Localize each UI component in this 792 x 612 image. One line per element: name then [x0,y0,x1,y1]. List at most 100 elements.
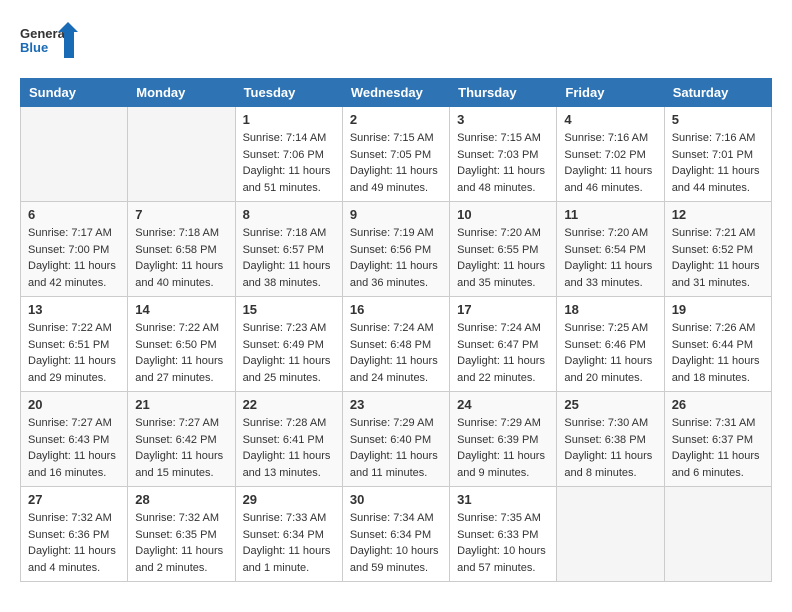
day-info: Sunrise: 7:28 AMSunset: 6:41 PMDaylight:… [243,415,335,481]
daylight-text: Daylight: 11 hours and 49 minutes. [350,163,442,196]
day-number: 28 [135,492,227,507]
sunset-text: Sunset: 6:58 PM [135,242,227,259]
day-cell-16: 16Sunrise: 7:24 AMSunset: 6:48 PMDayligh… [342,297,449,392]
day-cell-25: 25Sunrise: 7:30 AMSunset: 6:38 PMDayligh… [557,392,664,487]
day-cell-12: 12Sunrise: 7:21 AMSunset: 6:52 PMDayligh… [664,202,771,297]
sunset-text: Sunset: 6:43 PM [28,432,120,449]
day-info: Sunrise: 7:29 AMSunset: 6:40 PMDaylight:… [350,415,442,481]
daylight-text: Daylight: 11 hours and 11 minutes. [350,448,442,481]
day-cell-29: 29Sunrise: 7:33 AMSunset: 6:34 PMDayligh… [235,487,342,582]
daylight-text: Daylight: 11 hours and 25 minutes. [243,353,335,386]
col-header-friday: Friday [557,79,664,107]
daylight-text: Daylight: 11 hours and 46 minutes. [564,163,656,196]
day-cell-27: 27 Sunrise: 7:32 AMSunset: 6:36 PMDayligh… [21,487,128,582]
day-info: Sunrise: 7:17 AMSunset: 7:00 PMDaylight:… [28,225,120,291]
daylight-text: Daylight: 11 hours and 38 minutes. [243,258,335,291]
day-cell-8: 8 Sunrise: 7:18 AMSunset: 6:57 PMDaylight… [235,202,342,297]
daylight-text: Daylight: 11 hours and 24 minutes. [350,353,442,386]
day-cell-20: 20 Sunrise: 7:27 AMSunset: 6:43 PMDayligh… [21,392,128,487]
daylight-text: Daylight: 11 hours and 27 minutes. [135,353,227,386]
day-cell-empty [664,487,771,582]
daylight-text: Daylight: 10 hours and 57 minutes. [457,543,549,576]
sunrise-text: Sunrise: 7:18 AM [243,225,335,242]
sunset-text: Sunset: 6:34 PM [350,527,442,544]
day-number: 15 [243,302,335,317]
sunrise-text: Sunrise: 7:19 AM [350,225,442,242]
day-cell-19: 19Sunrise: 7:26 AMSunset: 6:44 PMDayligh… [664,297,771,392]
day-info: Sunrise: 7:20 AMSunset: 6:54 PMDaylight:… [564,225,656,291]
daylight-text: Daylight: 11 hours and 15 minutes. [135,448,227,481]
sunset-text: Sunset: 6:50 PM [135,337,227,354]
sunrise-text: Sunrise: 7:34 AM [350,510,442,527]
sunset-text: Sunset: 6:42 PM [135,432,227,449]
day-cell-1: 1Sunrise: 7:14 AMSunset: 7:06 PMDaylight… [235,107,342,202]
sunrise-text: Sunrise: 7:27 AM [135,415,227,432]
week-row-3: 13Sunrise: 7:22 AMSunset: 6:51 PMDayligh… [21,297,772,392]
daylight-text: Daylight: 11 hours and 4 minutes. [28,543,120,576]
sunrise-text: Sunrise: 7:25 AM [564,320,656,337]
sunrise-text: Sunrise: 7:16 AM [672,130,764,147]
daylight-text: Daylight: 11 hours and 13 minutes. [243,448,335,481]
day-number: 20 [28,397,120,412]
day-info: Sunrise: 7:35 AMSunset: 6:33 PMDaylight:… [457,510,549,576]
day-number: 6 [28,207,120,222]
sunset-text: Sunset: 6:54 PM [564,242,656,259]
sunrise-text: Sunrise: 7:33 AM [243,510,335,527]
calendar-table: SundayMondayTuesdayWednesdayThursdayFrid… [20,78,772,582]
sunset-text: Sunset: 6:56 PM [350,242,442,259]
day-number: 13 [28,302,120,317]
svg-text:Blue: Blue [20,40,48,55]
day-info: Sunrise: 7:27 AMSunset: 6:43 PMDaylight:… [28,415,120,481]
col-header-tuesday: Tuesday [235,79,342,107]
day-cell-7: 7Sunrise: 7:18 AMSunset: 6:58 PMDaylight… [128,202,235,297]
daylight-text: Daylight: 10 hours and 59 minutes. [350,543,442,576]
day-info: Sunrise: 7:16 AMSunset: 7:02 PMDaylight:… [564,130,656,196]
sunset-text: Sunset: 7:02 PM [564,147,656,164]
day-number: 12 [672,207,764,222]
daylight-text: Daylight: 11 hours and 29 minutes. [28,353,120,386]
day-cell-2: 2Sunrise: 7:15 AMSunset: 7:05 PMDaylight… [342,107,449,202]
sunset-text: Sunset: 6:37 PM [672,432,764,449]
day-number: 25 [564,397,656,412]
day-number: 23 [350,397,442,412]
daylight-text: Daylight: 11 hours and 40 minutes. [135,258,227,291]
sunrise-text: Sunrise: 7:31 AM [672,415,764,432]
day-number: 27 [28,492,120,507]
day-number: 30 [350,492,442,507]
sunrise-text: Sunrise: 7:29 AM [457,415,549,432]
sunrise-text: Sunrise: 7:17 AM [28,225,120,242]
day-info: Sunrise: 7:19 AMSunset: 6:56 PMDaylight:… [350,225,442,291]
daylight-text: Daylight: 11 hours and 18 minutes. [672,353,764,386]
sunrise-text: Sunrise: 7:15 AM [350,130,442,147]
day-cell-30: 30 Sunrise: 7:34 AMSunset: 6:34 PMDayligh… [342,487,449,582]
day-info: Sunrise: 7:34 AMSunset: 6:34 PMDaylight:… [350,510,442,576]
day-cell-31: 31 Sunrise: 7:35 AMSunset: 6:33 PMDayligh… [450,487,557,582]
day-info: Sunrise: 7:15 AMSunset: 7:05 PMDaylight:… [350,130,442,196]
sunset-text: Sunset: 7:06 PM [243,147,335,164]
sunset-text: Sunset: 6:52 PM [672,242,764,259]
daylight-text: Daylight: 11 hours and 2 minutes. [135,543,227,576]
sunrise-text: Sunrise: 7:20 AM [457,225,549,242]
sunset-text: Sunset: 6:33 PM [457,527,549,544]
week-row-4: 20Sunrise: 7:27 AMSunset: 6:43 PMDayligh… [21,392,772,487]
day-info: Sunrise: 7:18 AMSunset: 6:57 PMDaylight:… [243,225,335,291]
day-info: Sunrise: 7:24 AMSunset: 6:48 PMDaylight:… [350,320,442,386]
sunrise-text: Sunrise: 7:24 AM [457,320,549,337]
day-number: 8 [243,207,335,222]
day-number: 18 [564,302,656,317]
sunset-text: Sunset: 6:38 PM [564,432,656,449]
day-info: Sunrise: 7:32 AMSunset: 6:36 PMDaylight:… [28,510,120,576]
day-number: 14 [135,302,227,317]
sunrise-text: Sunrise: 7:26 AM [672,320,764,337]
day-info: Sunrise: 7:32 AMSunset: 6:35 PMDaylight:… [135,510,227,576]
day-number: 31 [457,492,549,507]
sunset-text: Sunset: 6:36 PM [28,527,120,544]
day-cell-21: 21Sunrise: 7:27 AMSunset: 6:42 PMDayligh… [128,392,235,487]
daylight-text: Daylight: 11 hours and 48 minutes. [457,163,549,196]
logo: GeneralBlue [20,20,80,62]
day-cell-22: 22Sunrise: 7:28 AMSunset: 6:41 PMDayligh… [235,392,342,487]
col-header-wednesday: Wednesday [342,79,449,107]
sunrise-text: Sunrise: 7:15 AM [457,130,549,147]
day-info: Sunrise: 7:33 AMSunset: 6:34 PMDaylight:… [243,510,335,576]
day-cell-15: 15Sunrise: 7:23 AMSunset: 6:49 PMDayligh… [235,297,342,392]
